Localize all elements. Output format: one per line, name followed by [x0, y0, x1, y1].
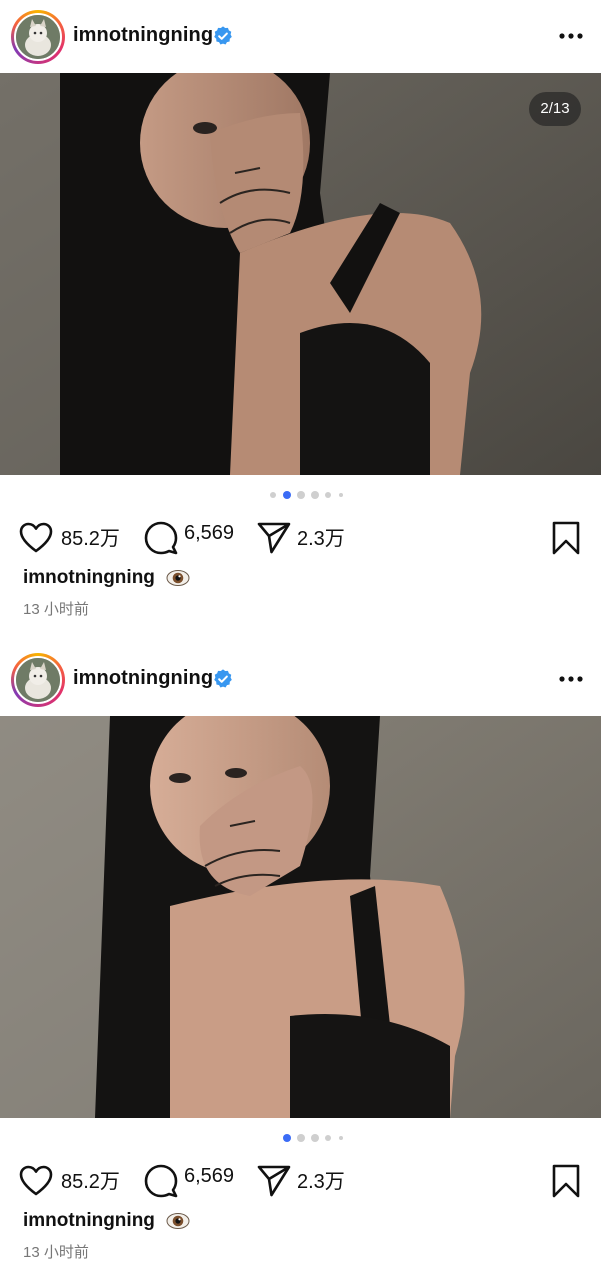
eye-emoji-icon — [166, 1213, 190, 1229]
avatar[interactable] — [14, 13, 62, 61]
post-username[interactable]: imnotningning — [73, 667, 213, 690]
eye-emoji-icon — [166, 570, 190, 586]
story-ring[interactable] — [11, 653, 65, 707]
more-options-icon[interactable] — [556, 668, 586, 690]
comment-icon[interactable] — [143, 516, 179, 560]
carousel-dots — [0, 489, 601, 501]
bookmark-icon[interactable] — [550, 516, 582, 560]
carousel-dots — [0, 1132, 601, 1144]
media-counter: 2/13 — [529, 92, 581, 126]
carousel-dot — [270, 492, 276, 498]
post-timestamp: 13 小时前 — [23, 1244, 89, 1261]
carousel-dot — [297, 491, 305, 499]
carousel-dot — [283, 1134, 291, 1142]
share-send-icon[interactable] — [256, 516, 292, 560]
like-heart-icon[interactable] — [18, 1159, 54, 1203]
carousel-dot — [311, 491, 319, 499]
post-header: imnotningning — [0, 0, 601, 72]
carousel-dot — [325, 492, 331, 498]
bookmark-icon[interactable] — [550, 1159, 582, 1203]
post-username[interactable]: imnotningning — [73, 24, 213, 47]
comment-icon[interactable] — [143, 1159, 179, 1203]
like-count[interactable]: 85.2万 — [61, 1165, 120, 1194]
carousel-dot — [339, 1136, 343, 1140]
caption-username[interactable]: imnotningning — [23, 1210, 155, 1232]
carousel-dot — [297, 1134, 305, 1142]
carousel-dot — [283, 491, 291, 499]
like-count[interactable]: 85.2万 — [61, 522, 120, 551]
carousel-dot — [311, 1134, 319, 1142]
post-photo[interactable]: 2/13 — [0, 73, 601, 475]
comment-count[interactable]: 6,569 — [184, 522, 234, 545]
carousel-dot — [325, 1135, 331, 1141]
story-ring[interactable] — [11, 10, 65, 64]
post-actions: 85.2万 6,569 2.3万 — [0, 512, 601, 556]
share-count[interactable]: 2.3万 — [297, 522, 345, 551]
photo-illustration — [0, 73, 601, 475]
post-header: imnotningning — [0, 643, 601, 715]
like-heart-icon[interactable] — [18, 516, 54, 560]
post-photo[interactable] — [0, 716, 601, 1118]
share-send-icon[interactable] — [256, 1159, 292, 1203]
avatar[interactable] — [14, 656, 62, 704]
more-options-icon[interactable] — [556, 25, 586, 47]
post-actions: 85.2万 6,569 2.3万 — [0, 1155, 601, 1199]
caption-username[interactable]: imnotningning — [23, 567, 155, 589]
share-count[interactable]: 2.3万 — [297, 1165, 345, 1194]
verified-badge-icon — [214, 669, 232, 688]
photo-illustration — [0, 716, 601, 1118]
post-timestamp: 13 小时前 — [23, 601, 89, 618]
comment-count[interactable]: 6,569 — [184, 1165, 234, 1188]
carousel-dot — [339, 493, 343, 497]
verified-badge-icon — [214, 26, 232, 45]
